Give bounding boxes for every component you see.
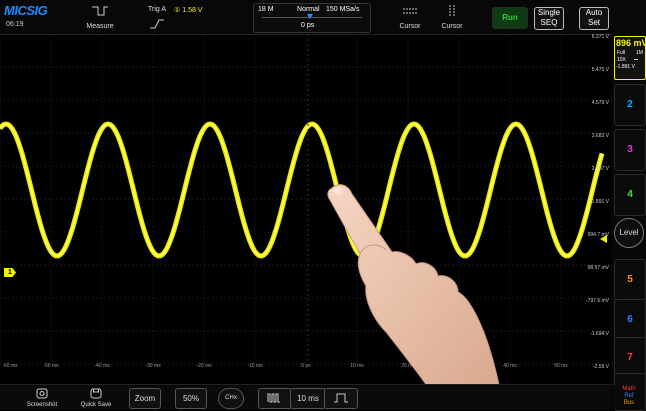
- rising-edge-icon: [150, 19, 164, 29]
- y-axis-label: -1.694 V: [590, 331, 609, 337]
- ch1-probe: 10X: [617, 57, 626, 63]
- top-toolbar: MICSIG 06:19 Measure Trig A ① 1.58 V 18 …: [0, 0, 646, 35]
- clock-time: 06:19: [6, 21, 24, 28]
- y-axis-label: 6.371 V: [591, 34, 609, 40]
- ch1-scale: 896 mV: [616, 38, 646, 48]
- bottom-toolbar: Screenshot Quick Save Zoom 50% CHx 10 ms: [0, 384, 612, 410]
- graticule-grid: [0, 34, 612, 365]
- channel-panel: 896 mV Full 1M 10X ⎓ -1.891 V 2 3 4 Leve…: [612, 34, 646, 411]
- screenshot-label: Screenshot: [26, 402, 58, 408]
- save-icon: [90, 388, 102, 399]
- quick-save-label: Quick Save: [80, 402, 112, 408]
- x-axis-label: -10 ms: [247, 363, 263, 369]
- auto-set-button[interactable]: Auto Set: [579, 7, 609, 30]
- math-label: Math: [622, 386, 636, 392]
- screenshot-button[interactable]: Screenshot: [24, 386, 60, 409]
- measure-label: Measure: [86, 23, 114, 30]
- ch6-button[interactable]: 6: [614, 299, 646, 341]
- x-axis-label: -60 ms: [2, 363, 18, 369]
- timebase-value[interactable]: 10 ms: [290, 388, 326, 409]
- measure-button[interactable]: Measure: [80, 2, 120, 32]
- vertical-cursor-icon: [449, 5, 455, 17]
- position-marker-icon: [307, 14, 313, 19]
- brand-logo: MICSIG: [4, 3, 48, 18]
- ch1-coupling-icon: ⎓: [634, 57, 638, 63]
- chx-button[interactable]: CHx: [218, 388, 244, 409]
- sample-rate: 150 MSa/s: [326, 6, 360, 13]
- trigger-level: ① 1.58 V: [174, 7, 203, 14]
- y-axis-label: 2.787 V: [591, 166, 609, 172]
- ch1-bandwidth: Full: [617, 50, 626, 56]
- hand-illustration: [327, 184, 501, 390]
- ch5-button[interactable]: 5: [614, 259, 646, 301]
- acquisition-panel[interactable]: 18 M Normal 150 MSa/s 0 ps: [253, 3, 371, 33]
- ch2-button[interactable]: 2: [614, 84, 646, 126]
- cursor1-label: Cursor: [399, 23, 421, 30]
- ch1-info-box[interactable]: 896 mV Full 1M 10X ⎓ -1.891 V: [614, 36, 646, 80]
- y-axis-label: -797.6 mV: [585, 298, 609, 304]
- y-axis-label: 3.683 V: [591, 133, 609, 139]
- measure-icon: [92, 6, 108, 16]
- cursor-vertical-button[interactable]: Cursor: [437, 2, 467, 32]
- expand-wave-icon: [334, 393, 348, 403]
- timebase-decrease-button[interactable]: [258, 388, 292, 409]
- zoom-button[interactable]: Zoom: [129, 388, 161, 409]
- x-axis-label: -30 ms: [145, 363, 161, 369]
- x-axis-label: -50 ms: [43, 363, 59, 369]
- ch1-impedance: 1M: [636, 50, 643, 56]
- waveform-display[interactable]: [0, 34, 612, 384]
- y-axis-label: -2.59 V: [592, 364, 609, 370]
- x-axis-label: -40 ms: [94, 363, 110, 369]
- screenshot-icon: [36, 388, 48, 399]
- cursor-horizontal-button[interactable]: Cursor: [395, 2, 425, 32]
- y-axis-label: 4.579 V: [591, 100, 609, 106]
- x-axis-label: 0 ps: [301, 363, 311, 369]
- memory-depth: 18 M: [258, 6, 274, 13]
- timebase-increase-button[interactable]: [324, 388, 358, 409]
- x-axis-label: -20 ms: [196, 363, 212, 369]
- trigger-level-marker-icon[interactable]: [600, 235, 607, 243]
- trigger-label: Trig A: [148, 6, 167, 13]
- cursor2-label: Cursor: [441, 23, 463, 30]
- run-button[interactable]: Run: [492, 7, 528, 29]
- level-knob-button[interactable]: Level: [614, 218, 644, 248]
- ch4-button[interactable]: 4: [614, 174, 646, 216]
- math-ref-bus-button[interactable]: Math Ref Bus: [614, 386, 644, 409]
- quick-save-button[interactable]: Quick Save: [76, 386, 116, 409]
- ch3-button[interactable]: 3: [614, 129, 646, 171]
- ch1-offset: -1.891 V: [616, 64, 635, 70]
- horizontal-cursor-icon: [403, 8, 417, 14]
- horizontal-position: 0 ps: [301, 22, 315, 29]
- ref-label: Ref: [624, 393, 634, 399]
- bus-label: Bus: [623, 400, 635, 406]
- compress-wave-icon: [267, 393, 280, 403]
- acquisition-mode: Normal: [297, 6, 320, 13]
- x-axis-label: 50 ms: [554, 363, 568, 369]
- y-axis-label: 1.891 V: [591, 199, 609, 205]
- percent-button[interactable]: 50%: [175, 388, 207, 409]
- trigger-button[interactable]: Trig A ① 1.58 V: [145, 2, 215, 32]
- single-seq-button[interactable]: Single SEQ: [534, 7, 564, 30]
- y-axis-label: 98.57 mV: [587, 265, 609, 271]
- y-axis-label: 5.475 V: [591, 67, 609, 73]
